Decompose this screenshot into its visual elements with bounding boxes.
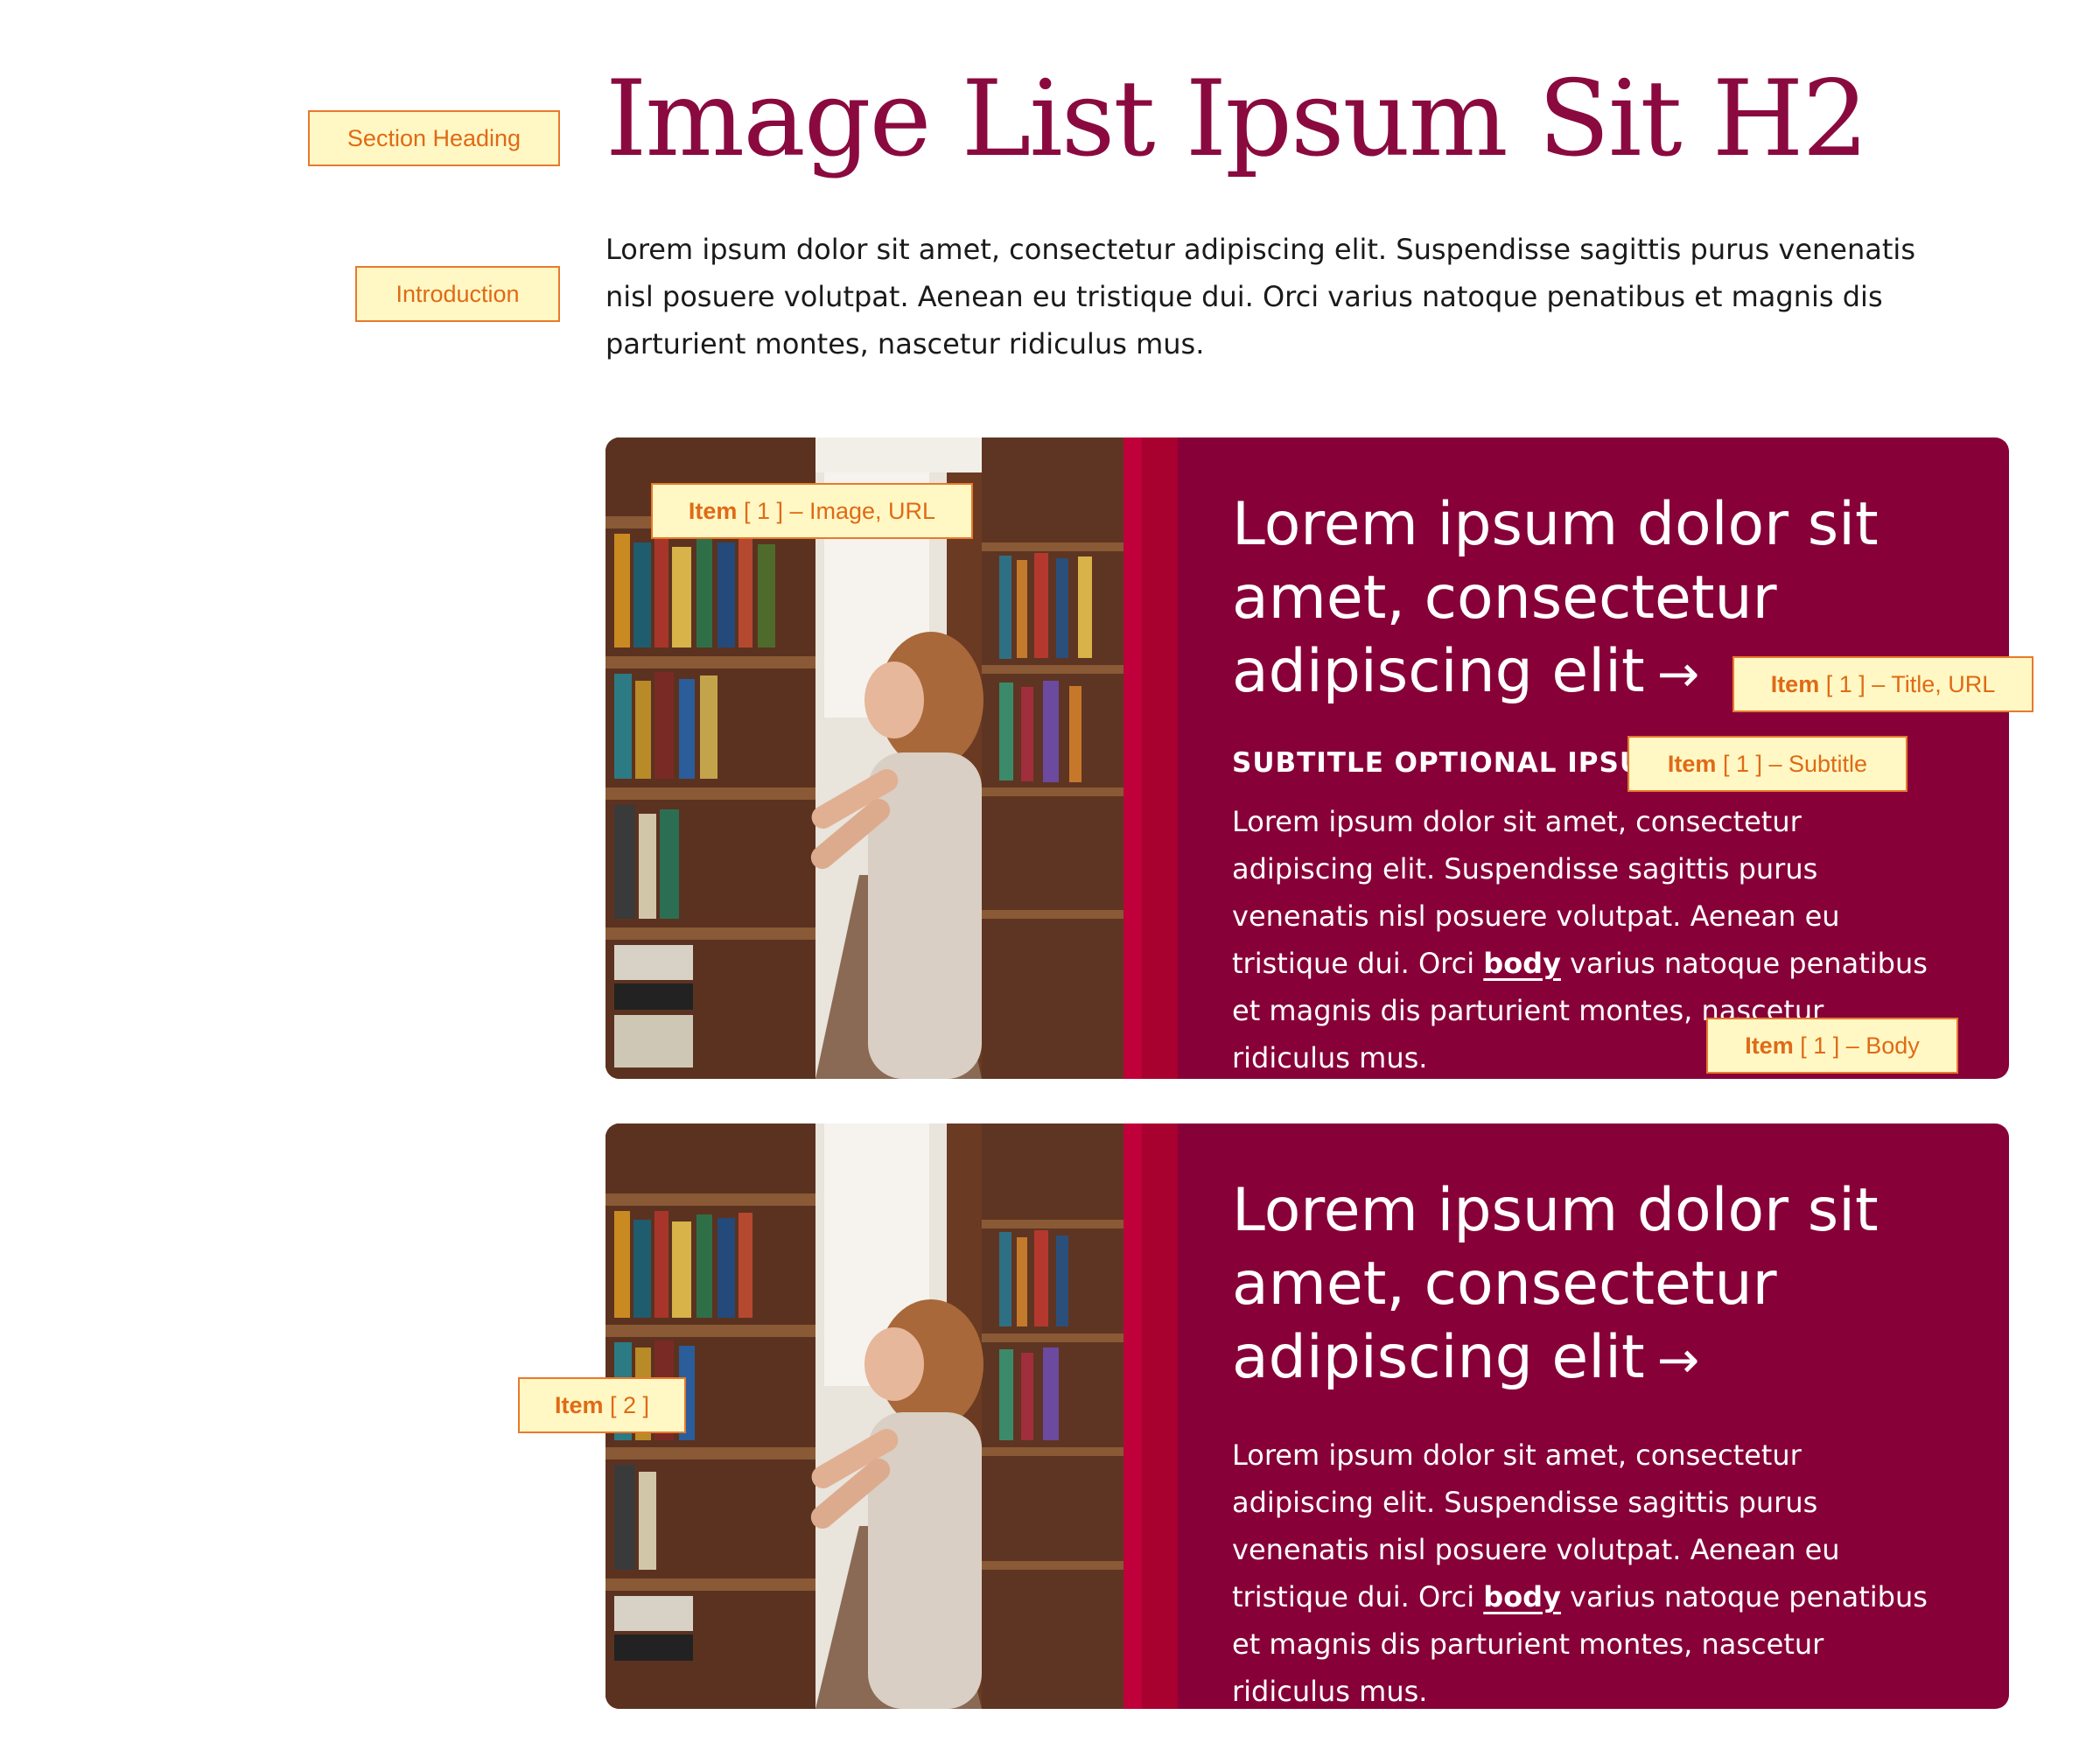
annotation-item-1-title-bold: Item [1770, 670, 1820, 697]
page: Section Heading Introduction Image List … [0, 0, 2100, 1764]
item-2-content: Lorem ipsum dolor sit amet, consectetur … [1178, 1124, 2009, 1709]
annotation-section-heading: Section Heading [308, 110, 560, 166]
accent-stripe [1124, 1124, 1178, 1709]
arrow-right-icon: → [1656, 644, 1700, 704]
item-2-title-link[interactable]: Lorem ipsum dolor sit amet, consectetur … [1232, 1176, 1879, 1392]
item-2-body-link[interactable]: body [1483, 1580, 1561, 1614]
accent-stripe [1124, 438, 1178, 1079]
annotation-item-1-title: Item [ 1 ] – Title, URL [1732, 656, 2034, 712]
image-list-item-2: Lorem ipsum dolor sit amet, consectetur … [606, 1124, 2009, 1709]
annotation-item-1-image-text: [ 1 ] – Image, URL [737, 497, 936, 524]
annotation-introduction: Introduction [355, 266, 560, 322]
annotation-item-1-subtitle-bold: Item [1667, 750, 1717, 777]
section-introduction: Lorem ipsum dolor sit amet, consectetur … [606, 233, 1915, 360]
item-2-title-text: Lorem ipsum dolor sit amet, consectetur … [1232, 1176, 1879, 1392]
annotation-item-1-subtitle: Item [ 1 ] – Subtitle [1628, 736, 1908, 792]
item-2-title: Lorem ipsum dolor sit amet, consectetur … [1232, 1174, 1939, 1396]
annotation-item-1-body-text: [ 1 ] – Body [1793, 1032, 1920, 1059]
item-1-body-link[interactable]: body [1483, 947, 1561, 980]
annotation-item-2-text: [ 2 ] [603, 1391, 650, 1418]
annotation-item-1-image-bold: Item [688, 497, 738, 524]
annotation-item-1-body-bold: Item [1745, 1032, 1794, 1059]
annotation-item-1-body: Item [ 1 ] – Body [1706, 1018, 1958, 1074]
annotation-item-1-subtitle-text: [ 1 ] – Subtitle [1716, 750, 1868, 777]
annotation-item-2: Item [ 2 ] [518, 1377, 686, 1433]
arrow-right-icon: → [1656, 1330, 1700, 1390]
item-2-body: Lorem ipsum dolor sit amet, consectetur … [1232, 1432, 1939, 1709]
section-heading: Image List Ipsum Sit H2 [606, 59, 1869, 180]
annotation-item-1-title-text: [ 1 ] – Title, URL [1819, 670, 1996, 697]
annotation-item-1-image: Item [ 1 ] – Image, URL [651, 483, 973, 539]
annotation-item-2-bold: Item [554, 1391, 604, 1418]
